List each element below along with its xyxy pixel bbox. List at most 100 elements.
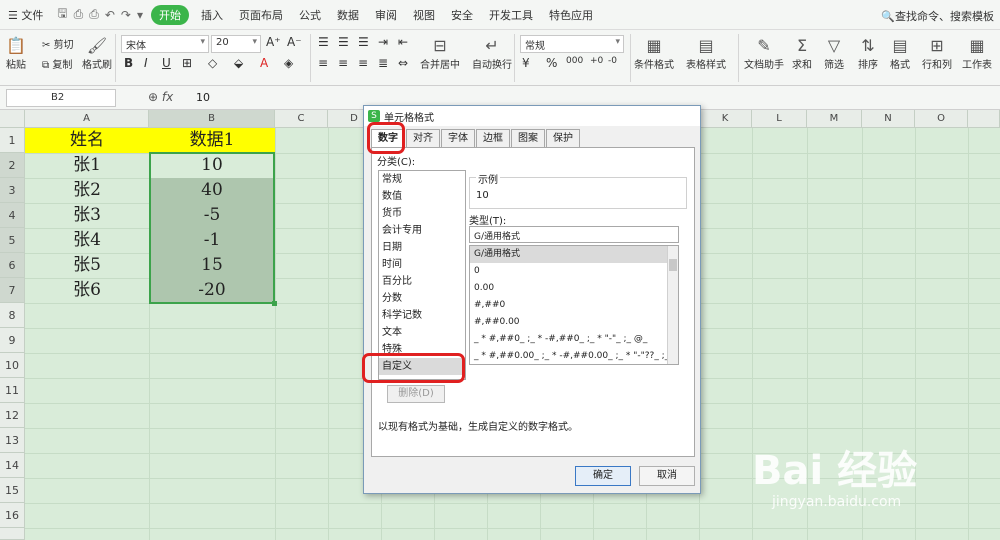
type-item[interactable]: _ * #,##0_ ;_ * -#,##0_ ;_ * "-"_ ;_ @_ — [470, 331, 678, 348]
row-header-13[interactable]: 13 — [0, 428, 25, 453]
type-item[interactable]: #,##0.00 — [470, 314, 678, 331]
row-header-2[interactable]: 2 — [0, 153, 25, 178]
doc-helper-button[interactable]: ✎ 文档助手 — [744, 36, 784, 71]
tab-special[interactable]: 特色应用 — [541, 7, 601, 23]
align-top-icon[interactable]: ☰ — [318, 35, 329, 49]
save-icon[interactable]: 🖫 — [57, 4, 67, 25]
undo-icon[interactable]: ↶ — [105, 8, 115, 22]
align-bottom-icon[interactable]: ☰ — [358, 35, 369, 49]
indent-increase-icon[interactable]: ⇥ — [378, 35, 388, 49]
font-name-select[interactable]: 宋体 — [121, 35, 209, 53]
shrink-font-icon[interactable]: A⁻ — [287, 35, 302, 49]
percent-icon[interactable]: % — [546, 56, 557, 70]
cell-a2[interactable]: 张1 — [25, 153, 149, 178]
row-header-17[interactable] — [0, 528, 25, 540]
cell-a3[interactable]: 张2 — [25, 178, 149, 203]
row-header-16[interactable]: 16 — [0, 503, 25, 528]
type-item[interactable]: G/通用格式 — [470, 246, 678, 263]
category-item-time[interactable]: 时间 — [379, 256, 465, 273]
row-header-5[interactable]: 5 — [0, 228, 25, 253]
underline-icon[interactable]: U — [162, 56, 171, 70]
col-header-a[interactable]: A — [25, 110, 149, 128]
merge-center-button[interactable]: ⊟ 合并居中 — [420, 36, 460, 71]
paste-button[interactable]: 📋 粘贴 — [6, 36, 26, 71]
row-header-1[interactable]: 1 — [0, 128, 25, 153]
command-search[interactable]: 🔍查找命令、搜索模板 — [881, 8, 994, 24]
cell-a7[interactable]: 张6 — [25, 278, 149, 303]
select-all-corner[interactable] — [0, 110, 25, 128]
indent-decrease-icon[interactable]: ⇤ — [398, 35, 408, 49]
border-icon[interactable]: ⊞ — [182, 56, 192, 70]
tab-formulas[interactable]: 公式 — [291, 7, 329, 23]
sort-button[interactable]: ⇅ 排序 — [858, 36, 878, 71]
category-item-date[interactable]: 日期 — [379, 239, 465, 256]
thousands-icon[interactable]: 000 — [566, 56, 583, 66]
row-header-8[interactable]: 8 — [0, 303, 25, 328]
category-item-scientific[interactable]: 科学记数 — [379, 307, 465, 324]
currency-icon[interactable]: ¥ — [522, 56, 530, 70]
more-icon[interactable]: ▾ — [137, 8, 143, 22]
type-list[interactable]: G/通用格式 0 0.00 #,##0 #,##0.00 _ * #,##0_ … — [469, 245, 679, 365]
format-button[interactable]: ▤ 格式 — [890, 36, 910, 71]
conditional-format-button[interactable]: ▦ 条件格式 — [634, 36, 674, 71]
category-item-number[interactable]: 数值 — [379, 188, 465, 205]
ok-button[interactable]: 确定 — [575, 466, 631, 486]
align-right-icon[interactable]: ≡ — [358, 56, 368, 70]
category-list[interactable]: 常规 数值 货币 会计专用 日期 时间 百分比 分数 科学记数 文本 特殊 自定… — [378, 170, 466, 380]
col-header-m[interactable]: M — [807, 110, 862, 128]
align-center-icon[interactable]: ≡ — [338, 56, 348, 70]
grow-font-icon[interactable]: A⁺ — [266, 35, 281, 49]
tab-protection[interactable]: 保护 — [546, 129, 580, 147]
dialog-titlebar[interactable]: S 单元格格式 — [364, 106, 700, 126]
type-list-scrollbar[interactable] — [667, 246, 678, 364]
cell-a5[interactable]: 张4 — [25, 228, 149, 253]
col-header-b[interactable]: B — [149, 110, 275, 128]
col-header-o[interactable]: O — [915, 110, 968, 128]
tab-alignment[interactable]: 对齐 — [406, 129, 440, 147]
filter-button[interactable]: ▽ 筛选 — [824, 36, 844, 71]
tab-view[interactable]: 视图 — [405, 7, 443, 23]
row-header-10[interactable]: 10 — [0, 353, 25, 378]
sum-button[interactable]: Σ 求和 — [792, 36, 812, 71]
distribute-icon[interactable]: ⇔ — [398, 56, 408, 70]
row-header-6[interactable]: 6 — [0, 253, 25, 278]
type-item[interactable]: #,##0 — [470, 297, 678, 314]
bold-icon[interactable]: B — [124, 56, 133, 70]
fill-color-icon[interactable]: ◇ — [208, 56, 217, 70]
tab-page-layout[interactable]: 页面布局 — [231, 7, 291, 23]
format-painter-button[interactable]: 🖌 格式刷 — [82, 36, 112, 71]
tab-start[interactable]: 开始 — [150, 4, 189, 25]
cell-a4[interactable]: 张3 — [25, 203, 149, 228]
tab-security[interactable]: 安全 — [443, 7, 481, 23]
row-header-9[interactable]: 9 — [0, 328, 25, 353]
type-item[interactable]: 0 — [470, 263, 678, 280]
italic-icon[interactable]: I — [144, 56, 148, 70]
file-menu[interactable]: ☰ 文件 — [0, 7, 51, 23]
tab-insert[interactable]: 插入 — [193, 7, 231, 23]
type-input[interactable]: G/通用格式 — [469, 226, 679, 243]
row-header-12[interactable]: 12 — [0, 403, 25, 428]
redo-icon[interactable]: ↷ — [121, 8, 131, 22]
wrap-text-button[interactable]: ↵ 自动换行 — [472, 36, 512, 71]
col-header-l[interactable]: L — [752, 110, 807, 128]
category-item-fraction[interactable]: 分数 — [379, 290, 465, 307]
cancel-button[interactable]: 取消 — [639, 466, 695, 486]
cell-a1[interactable]: 姓名 — [25, 128, 149, 153]
tab-developer[interactable]: 开发工具 — [481, 7, 541, 23]
row-header-15[interactable]: 15 — [0, 478, 25, 503]
delete-button[interactable]: 删除(D) — [387, 385, 445, 403]
align-left-icon[interactable]: ≡ — [318, 56, 328, 70]
type-item[interactable]: 0.00 — [470, 280, 678, 297]
row-header-4[interactable]: 4 — [0, 203, 25, 228]
category-item-percentage[interactable]: 百分比 — [379, 273, 465, 290]
category-item-general[interactable]: 常规 — [379, 171, 465, 188]
category-item-text[interactable]: 文本 — [379, 324, 465, 341]
fx-icon[interactable]: fx — [162, 90, 173, 104]
table-style-button[interactable]: ▤ 表格样式 — [686, 36, 726, 71]
cell-a6[interactable]: 张5 — [25, 253, 149, 278]
scrollbar-thumb[interactable] — [669, 259, 677, 271]
formula-input[interactable]: 10 — [196, 91, 210, 104]
zoom-icon[interactable]: ⊕ — [148, 90, 158, 104]
row-col-button[interactable]: ⊞ 行和列 — [922, 36, 952, 71]
clear-format-icon[interactable]: ◈ — [284, 56, 293, 70]
